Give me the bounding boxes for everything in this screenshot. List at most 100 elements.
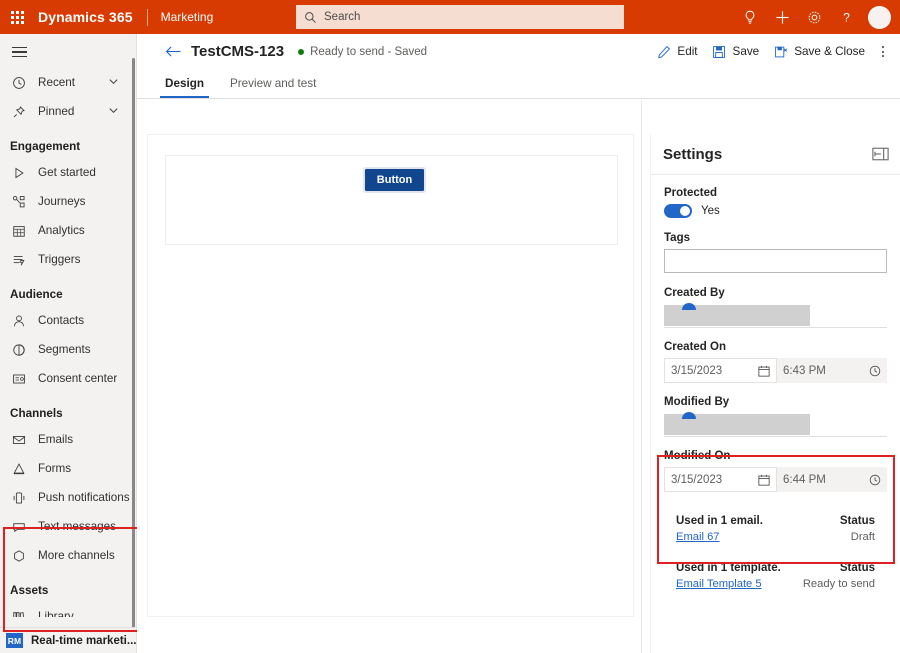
command-bar: Edit Save (649, 34, 894, 69)
used-in-template-header: Used in 1 template. Status (676, 562, 875, 574)
sidebar-item-label: Recent (38, 76, 75, 89)
used-in-template-status-header: Status (840, 562, 875, 574)
save-close-icon (773, 44, 788, 59)
template-link[interactable]: Email Template 5 (676, 578, 762, 590)
tags-input[interactable] (664, 249, 887, 273)
sidebar-item-label: Triggers (38, 253, 80, 266)
settings-title: Settings (663, 146, 722, 163)
sidebar-group-channels: Channels (0, 393, 131, 425)
app-name-label: Marketing (161, 10, 214, 24)
sidebar-item-forms[interactable]: Forms (0, 454, 131, 483)
used-in-email-row: Email 67 Draft (676, 531, 875, 543)
lightbulb-icon[interactable] (734, 0, 766, 34)
analytics-icon (10, 222, 28, 240)
sidebar-item-label: Forms (38, 462, 71, 475)
app-launcher-icon[interactable] (0, 0, 34, 34)
protected-toggle[interactable] (664, 204, 692, 218)
sidebar-item-more-channels[interactable]: More channels (0, 541, 131, 570)
modified-on-date-input[interactable]: 3/15/2023 (664, 467, 777, 492)
edit-button[interactable]: Edit (649, 39, 704, 65)
app-bar: Dynamics 365 Marketing Search (0, 0, 900, 34)
sidebar-group-assets: Assets (0, 570, 131, 602)
email-content-block[interactable]: Button (165, 155, 618, 245)
mail-icon (10, 431, 28, 449)
design-button-element[interactable]: Button (365, 169, 424, 191)
sidebar-item-push-notifications[interactable]: Push notifications (0, 483, 131, 512)
app-bar-actions: ? (734, 0, 896, 34)
page-title: TestCMS-123 (191, 43, 284, 60)
back-button[interactable] (159, 38, 187, 66)
sidebar-group-engagement: Engagement (0, 126, 131, 158)
used-in-email-header: Used in 1 email. Status (676, 515, 875, 527)
sidebar-item-text-messages[interactable]: Text messages (0, 512, 131, 541)
save-button[interactable]: Save (705, 39, 767, 65)
work-area: Button Settings Protected (137, 100, 900, 653)
sidebar-item-label: Contacts (38, 314, 84, 327)
modified-on-time-input[interactable]: 6:44 PM (777, 467, 887, 492)
person-icon (10, 312, 28, 330)
sidebar-item-consent-center[interactable]: Consent center (0, 364, 131, 393)
hamburger-icon[interactable] (0, 36, 38, 68)
created-by-field[interactable] (664, 304, 887, 328)
template-status-value: Ready to send (803, 578, 875, 590)
sidebar-item-emails[interactable]: Emails (0, 425, 131, 454)
modified-by-field[interactable] (664, 413, 887, 437)
email-link[interactable]: Email 67 (676, 531, 720, 543)
edit-label: Edit (677, 45, 697, 58)
clock-icon[interactable] (868, 473, 881, 486)
app-switcher-label: Real-time marketi... (31, 635, 136, 647)
sidebar-item-journeys[interactable]: Journeys (0, 187, 131, 216)
sidebar-scrollbar[interactable] (131, 58, 136, 638)
tab-preview-label: Preview and test (230, 77, 316, 90)
tab-design-label: Design (165, 77, 204, 90)
used-in-template-row: Email Template 5 Ready to send (676, 578, 875, 590)
chevron-down-icon (108, 76, 119, 90)
email-status-value: Draft (851, 531, 875, 543)
settings-panel: Settings Protected Yes (650, 134, 900, 653)
calendar-icon[interactable] (757, 473, 770, 486)
save-icon (712, 44, 727, 59)
used-in-spacer (676, 543, 875, 562)
modified-by-avatar (682, 412, 696, 419)
sidebar-item-label: More channels (38, 549, 115, 562)
gear-icon[interactable] (798, 0, 830, 34)
more-vertical-icon (882, 46, 884, 57)
pin-icon (10, 103, 28, 121)
created-on-date-input[interactable]: 3/15/2023 (664, 358, 777, 383)
overflow-menu-button[interactable] (872, 39, 894, 65)
calendar-icon[interactable] (757, 364, 770, 377)
created-on-time-input[interactable]: 6:43 PM (777, 358, 887, 383)
collapse-panel-icon[interactable] (872, 148, 889, 161)
page-header: TestCMS-123 Ready to send - Saved Edit (137, 34, 900, 69)
play-icon (10, 164, 28, 182)
sidebar-item-contacts[interactable]: Contacts (0, 306, 131, 335)
plus-icon[interactable] (766, 0, 798, 34)
design-button-label: Button (377, 174, 412, 186)
sidebar-scrollbar-thumb[interactable] (132, 58, 135, 636)
sidebar-item-analytics[interactable]: Analytics (0, 216, 131, 245)
clock-icon[interactable] (868, 364, 881, 377)
created-on-time-value: 6:43 PM (783, 365, 868, 377)
app-switcher[interactable]: RM Real-time marketi... (0, 627, 136, 653)
library-icon (10, 608, 28, 618)
help-icon[interactable]: ? (830, 0, 862, 34)
clock-icon (10, 74, 28, 92)
sidebar-item-library[interactable]: Library (0, 602, 131, 617)
sidebar-item-recent[interactable]: Recent (0, 68, 131, 97)
designer-canvas[interactable]: Button (147, 134, 634, 617)
toggle-knob (680, 206, 690, 216)
avatar[interactable] (862, 0, 896, 34)
forms-icon (10, 460, 28, 478)
chat-icon (10, 518, 28, 536)
tab-design[interactable]: Design (159, 68, 210, 98)
tab-preview-and-test[interactable]: Preview and test (224, 68, 322, 98)
sidebar-item-label: Analytics (38, 224, 85, 237)
sidebar-item-label: Pinned (38, 105, 74, 118)
sidebar-item-segments[interactable]: Segments (0, 335, 131, 364)
save-and-close-button[interactable]: Save & Close (766, 39, 872, 65)
sidebar-item-triggers[interactable]: Triggers (0, 245, 131, 274)
sidebar-item-label: Consent center (38, 372, 117, 385)
sidebar-item-pinned[interactable]: Pinned (0, 97, 131, 126)
search-input[interactable]: Search (296, 5, 624, 29)
sidebar-item-get-started[interactable]: Get started (0, 158, 131, 187)
